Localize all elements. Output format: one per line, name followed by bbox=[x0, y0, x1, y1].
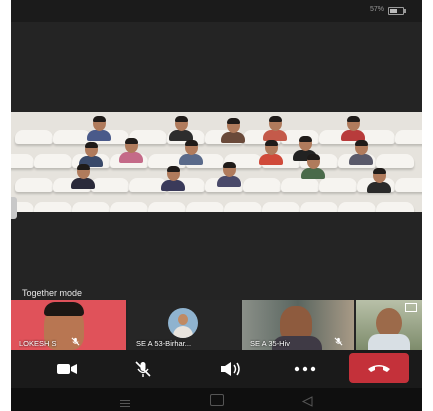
auditorium-seat bbox=[281, 178, 319, 192]
seated-participant bbox=[119, 138, 143, 163]
more-options-icon bbox=[294, 366, 316, 372]
auditorium-seat bbox=[224, 202, 262, 212]
microphone-muted-icon bbox=[71, 337, 80, 348]
seated-participant bbox=[169, 116, 193, 141]
battery-icon bbox=[388, 7, 406, 15]
auditorium-seat bbox=[148, 202, 186, 212]
microphone-muted-icon bbox=[135, 361, 151, 377]
seated-participant bbox=[161, 166, 185, 191]
auditorium-seat bbox=[300, 202, 338, 212]
hang-up-phone-icon bbox=[368, 365, 390, 372]
microphone-muted-icon bbox=[334, 337, 343, 348]
participant-tile-3[interactable]: SE A 35-Hiv bbox=[242, 300, 354, 350]
auditorium-seat bbox=[15, 130, 53, 144]
auditorium-seat bbox=[34, 154, 72, 168]
speaker-icon bbox=[221, 362, 240, 376]
call-controls-bar bbox=[11, 350, 422, 388]
together-mode-stage bbox=[11, 112, 422, 212]
auditorium-seat bbox=[395, 130, 422, 144]
meeting-screen: 57% Together mode LOKESH S SE A 53-Birha… bbox=[11, 0, 422, 411]
seated-participant bbox=[301, 154, 325, 179]
seated-participant bbox=[259, 140, 283, 165]
participant-tile-4[interactable] bbox=[356, 300, 422, 350]
together-mode-label: Together mode bbox=[22, 288, 83, 298]
participant-tile-2[interactable]: SE A 53-Birhar... bbox=[128, 300, 240, 350]
auditorium-seat bbox=[186, 202, 224, 212]
more-options-button[interactable] bbox=[285, 354, 325, 384]
video-camera-icon bbox=[57, 364, 77, 374]
microphone-button[interactable] bbox=[123, 354, 163, 384]
participant-strip: LOKESH S SE A 53-Birhar... SE A 35-Hiv bbox=[11, 300, 422, 350]
auditorium-seat bbox=[262, 202, 300, 212]
hang-up-button[interactable] bbox=[349, 353, 409, 383]
speaker-button[interactable] bbox=[211, 354, 251, 384]
participant-tile-1[interactable]: LOKESH S bbox=[11, 300, 126, 350]
seated-participant bbox=[341, 116, 365, 141]
home-square-icon[interactable] bbox=[210, 394, 224, 406]
seated-participant bbox=[367, 168, 391, 193]
auditorium-seat bbox=[72, 202, 110, 212]
auditorium-seat bbox=[110, 202, 148, 212]
side-panel-handle[interactable] bbox=[11, 197, 17, 219]
navigation-bar bbox=[11, 388, 422, 411]
auditorium-seat bbox=[395, 178, 422, 192]
auditorium-seat bbox=[338, 202, 376, 212]
status-bar: 57% bbox=[11, 0, 422, 22]
auditorium-seat bbox=[243, 178, 281, 192]
auditorium-seat bbox=[319, 178, 357, 192]
seated-participant bbox=[71, 164, 95, 189]
auditorium-seat bbox=[15, 178, 53, 192]
seated-participant bbox=[217, 162, 241, 187]
seated-participant bbox=[221, 118, 245, 143]
auditorium-seat bbox=[376, 202, 414, 212]
back-triangle-icon[interactable] bbox=[301, 394, 313, 411]
participant-name: SE A 35-Hiv bbox=[250, 339, 291, 348]
auditorium-seat bbox=[376, 154, 414, 168]
participant-hair bbox=[44, 302, 84, 316]
seated-participant bbox=[87, 116, 111, 141]
auditorium-seat bbox=[91, 178, 129, 192]
camera-button[interactable] bbox=[47, 354, 87, 384]
participant-avatar bbox=[168, 308, 198, 338]
participant-name: LOKESH S bbox=[19, 339, 57, 348]
auditorium-seat bbox=[34, 202, 72, 212]
seated-participant bbox=[349, 140, 373, 165]
battery-fill bbox=[390, 9, 397, 13]
participant-name: SE A 53-Birhar... bbox=[136, 339, 192, 348]
seated-participant bbox=[263, 116, 287, 141]
seated-participant bbox=[179, 140, 203, 165]
battery-percentage: 57% bbox=[369, 6, 384, 13]
screen-share-icon bbox=[405, 303, 417, 312]
menu-lines-icon[interactable] bbox=[119, 395, 131, 407]
auditorium-seat bbox=[11, 154, 34, 168]
